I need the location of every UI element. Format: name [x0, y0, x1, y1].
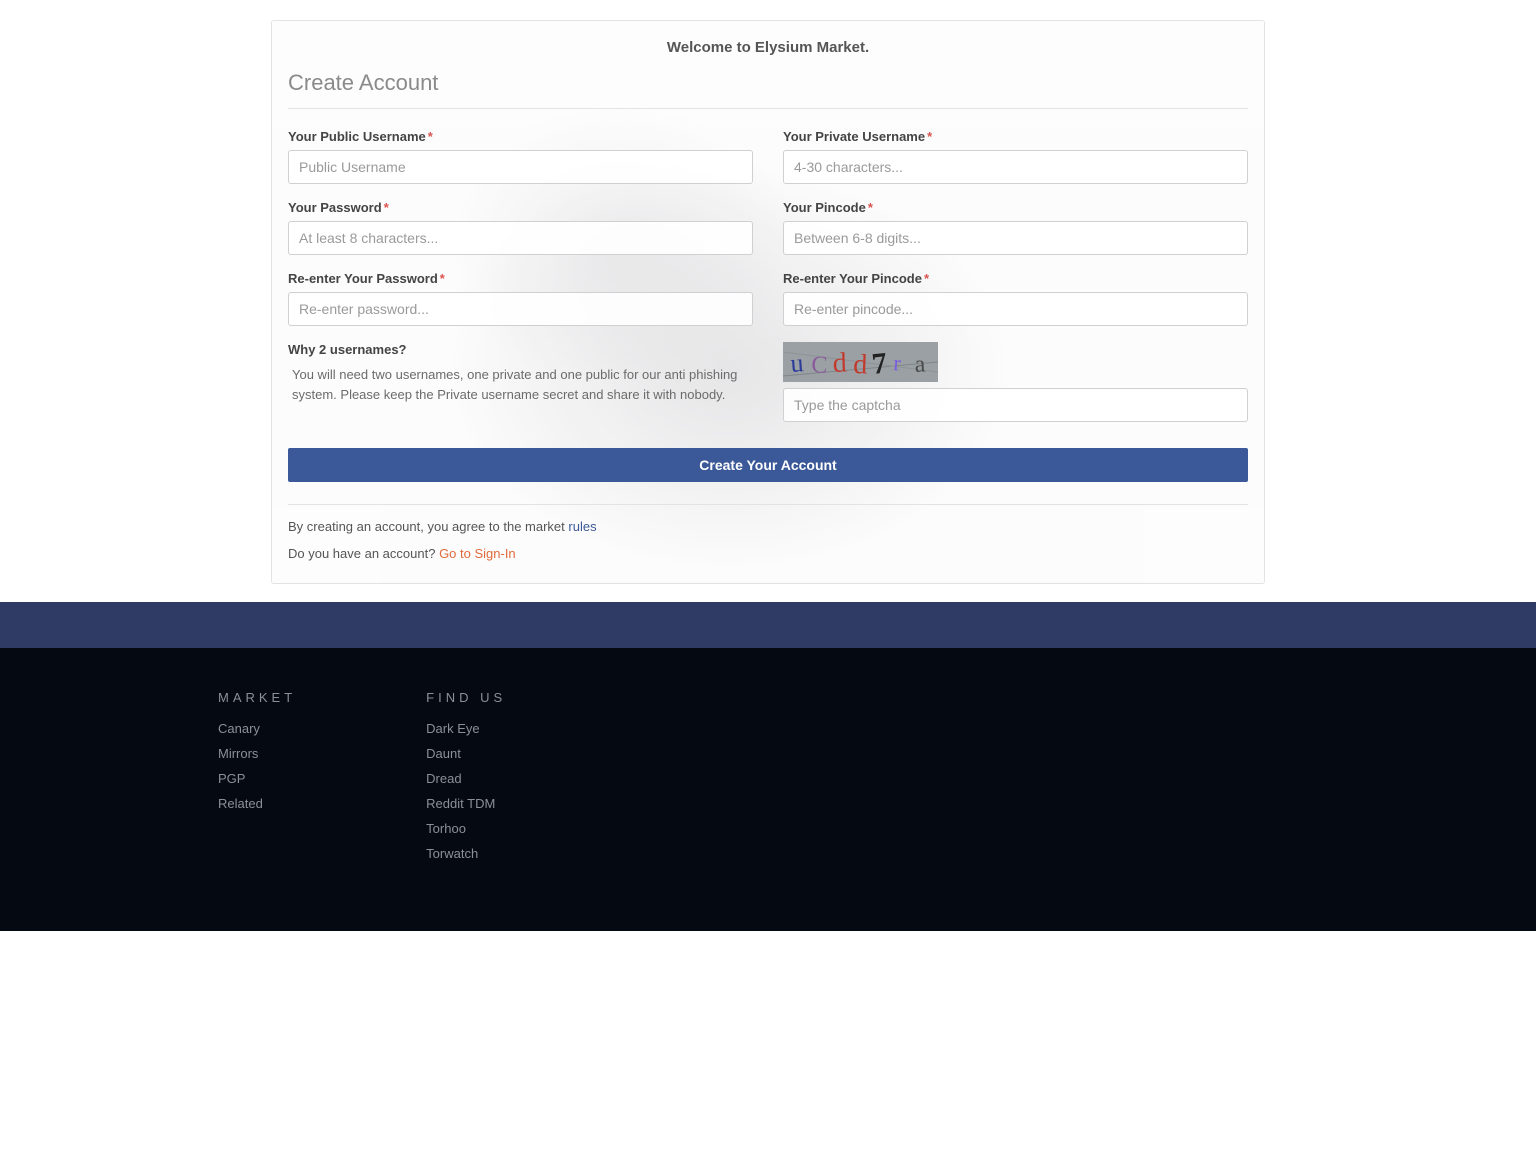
footer-link-pgp[interactable]: PGP [218, 771, 296, 786]
signup-card: Welcome to Elysium Market. Create Accoun… [271, 20, 1265, 584]
terms-line: By creating an account, you agree to the… [288, 519, 1248, 534]
rules-link[interactable]: rules [568, 519, 596, 534]
field-private-username: Your Private Username* [783, 129, 1248, 184]
public-username-input[interactable] [288, 150, 753, 184]
label-text: Your Password [288, 200, 382, 215]
footer-heading-market: MARKET [218, 690, 296, 705]
footer-link-dread[interactable]: Dread [426, 771, 506, 786]
footer-col-market: MARKET Canary Mirrors PGP Related [218, 690, 296, 871]
signup-form: Your Public Username* Your Private Usern… [288, 129, 1248, 422]
footer-band [0, 602, 1536, 648]
field-pincode-confirm: Re-enter Your Pincode* [783, 271, 1248, 326]
required-marker: * [428, 129, 433, 144]
footer-link-canary[interactable]: Canary [218, 721, 296, 736]
svg-text:u: u [789, 348, 804, 378]
svg-text:C: C [811, 352, 828, 379]
required-marker: * [924, 271, 929, 286]
label-text: Your Private Username [783, 129, 925, 144]
footer-link-darkeye[interactable]: Dark Eye [426, 721, 506, 736]
public-username-label: Your Public Username* [288, 129, 753, 144]
svg-text:d: d [832, 348, 847, 379]
terms-prefix: By creating an account, you agree to the… [288, 519, 568, 534]
footer-link-reddittdm[interactable]: Reddit TDM [426, 796, 506, 811]
divider [288, 108, 1248, 109]
pincode-confirm-input[interactable] [783, 292, 1248, 326]
label-text: Re-enter Your Password [288, 271, 438, 286]
required-marker: * [868, 200, 873, 215]
footer-heading-findus: FIND US [426, 690, 506, 705]
captcha-svg: u C d d 7 r a [783, 342, 938, 382]
field-public-username: Your Public Username* [288, 129, 753, 184]
captcha-image: u C d d 7 r a [783, 342, 938, 382]
field-password: Your Password* [288, 200, 753, 255]
footer-col-findus: FIND US Dark Eye Daunt Dread Reddit TDM … [426, 690, 506, 871]
label-text: Your Pincode [783, 200, 866, 215]
password-input[interactable] [288, 221, 753, 255]
svg-text:a: a [914, 351, 926, 378]
footer-link-mirrors[interactable]: Mirrors [218, 746, 296, 761]
required-marker: * [440, 271, 445, 286]
svg-text:d: d [853, 349, 868, 380]
explain-title: Why 2 usernames? [288, 342, 753, 357]
label-text: Your Public Username [288, 129, 426, 144]
pincode-confirm-label: Re-enter Your Pincode* [783, 271, 1248, 286]
welcome-heading: Welcome to Elysium Market. [288, 33, 1248, 70]
footer-link-daunt[interactable]: Daunt [426, 746, 506, 761]
password-confirm-label: Re-enter Your Password* [288, 271, 753, 286]
label-text: Re-enter Your Pincode [783, 271, 922, 286]
field-pincode: Your Pincode* [783, 200, 1248, 255]
footer: MARKET Canary Mirrors PGP Related FIND U… [0, 648, 1536, 931]
captcha-block: u C d d 7 r a [783, 342, 1248, 422]
private-username-label: Your Private Username* [783, 129, 1248, 144]
why-two-usernames: Why 2 usernames? You will need two usern… [288, 342, 753, 422]
divider [288, 504, 1248, 505]
captcha-input[interactable] [783, 388, 1248, 422]
password-label: Your Password* [288, 200, 753, 215]
signin-prefix: Do you have an account? [288, 546, 439, 561]
required-marker: * [384, 200, 389, 215]
required-marker: * [927, 129, 932, 144]
footer-link-torhoo[interactable]: Torhoo [426, 821, 506, 836]
footer-link-torwatch[interactable]: Torwatch [426, 846, 506, 861]
pincode-input[interactable] [783, 221, 1248, 255]
private-username-input[interactable] [783, 150, 1248, 184]
password-confirm-input[interactable] [288, 292, 753, 326]
create-account-button[interactable]: Create Your Account [288, 448, 1248, 482]
page-title: Create Account [288, 70, 1248, 108]
field-password-confirm: Re-enter Your Password* [288, 271, 753, 326]
go-to-signin-link[interactable]: Go to Sign-In [439, 546, 516, 561]
signin-line: Do you have an account? Go to Sign-In [288, 546, 1248, 561]
pincode-label: Your Pincode* [783, 200, 1248, 215]
footer-link-related[interactable]: Related [218, 796, 296, 811]
explain-text: You will need two usernames, one private… [288, 365, 753, 405]
